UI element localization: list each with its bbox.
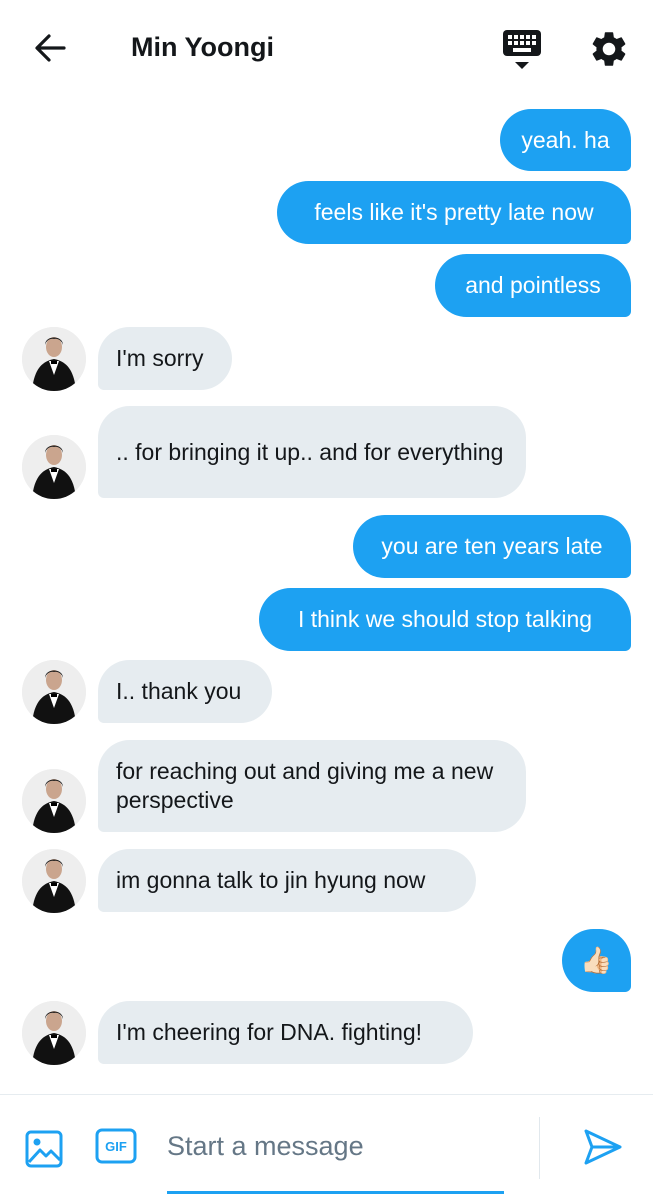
input-underline bbox=[167, 1191, 504, 1194]
avatar[interactable] bbox=[22, 769, 86, 833]
keyboard-icon[interactable] bbox=[499, 28, 545, 72]
gif-button[interactable]: GIF bbox=[95, 1128, 137, 1164]
avatar[interactable] bbox=[22, 1001, 86, 1065]
gif-icon: GIF bbox=[105, 1138, 127, 1154]
gear-icon[interactable] bbox=[588, 28, 630, 70]
image-icon[interactable] bbox=[24, 1129, 64, 1169]
thumbs-up-icon: 👍🏻 bbox=[580, 945, 613, 975]
outgoing-message[interactable]: and pointless bbox=[435, 254, 631, 317]
incoming-message[interactable]: for reaching out and giving me a new per… bbox=[98, 740, 526, 832]
composer-divider bbox=[539, 1117, 540, 1179]
conversation-header: Min Yoongi bbox=[0, 0, 653, 98]
outgoing-message[interactable]: you are ten years late bbox=[353, 515, 631, 578]
outgoing-message[interactable]: 👍🏻 bbox=[562, 929, 631, 992]
incoming-message[interactable]: I.. thank you bbox=[98, 660, 272, 723]
avatar[interactable] bbox=[22, 849, 86, 913]
back-arrow-icon[interactable] bbox=[30, 28, 70, 68]
outgoing-message[interactable]: I think we should stop talking bbox=[259, 588, 631, 651]
message-input[interactable] bbox=[167, 1123, 504, 1169]
incoming-message[interactable]: I'm sorry bbox=[98, 327, 232, 390]
incoming-message[interactable]: I'm cheering for DNA. fighting! bbox=[98, 1001, 473, 1064]
outgoing-message[interactable]: yeah. ha bbox=[500, 109, 631, 171]
outgoing-message[interactable]: feels like it's pretty late now bbox=[277, 181, 631, 244]
incoming-message[interactable]: im gonna talk to jin hyung now bbox=[98, 849, 476, 912]
avatar[interactable] bbox=[22, 660, 86, 724]
avatar[interactable] bbox=[22, 327, 86, 391]
incoming-message[interactable]: .. for bringing it up.. and for everythi… bbox=[98, 406, 526, 498]
send-icon[interactable] bbox=[580, 1125, 624, 1169]
message-composer: GIF bbox=[0, 1094, 653, 1201]
conversation-title[interactable]: Min Yoongi bbox=[131, 32, 274, 63]
avatar[interactable] bbox=[22, 435, 86, 499]
